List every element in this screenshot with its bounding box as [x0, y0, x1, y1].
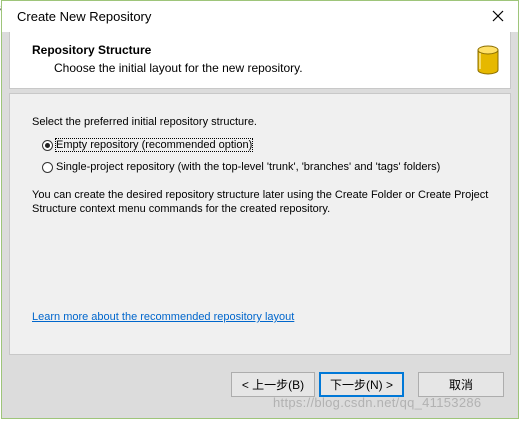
wizard-header: Repository Structure Choose the initial … — [9, 32, 511, 89]
back-button[interactable]: < 上一步(B) — [231, 372, 315, 397]
page-subtitle: Choose the initial layout for the new re… — [54, 61, 303, 75]
next-button[interactable]: 下一步(N) > — [319, 372, 404, 397]
radio-button-selected[interactable] — [42, 139, 53, 151]
close-button[interactable] — [487, 5, 509, 27]
create-repository-dialog: Create New Repository Repository Structu… — [1, 0, 519, 419]
title-bar: Create New Repository — [2, 1, 518, 32]
wizard-content: Select the preferred initial repository … — [9, 93, 511, 355]
window-title: Create New Repository — [17, 9, 152, 24]
watermark-text: https://blog.csdn.net/qq_41153286 — [273, 395, 482, 410]
empty-repository-option[interactable]: Empty repository (recommended option) — [42, 138, 254, 152]
single-project-label: Single-project repository (with the top-… — [56, 161, 441, 173]
empty-repository-label: Empty repository (recommended option) — [54, 138, 254, 152]
learn-more-link[interactable]: Learn more about the recommended reposit… — [32, 311, 294, 323]
page-title: Repository Structure — [32, 43, 152, 57]
structure-prompt: Select the preferred initial repository … — [32, 116, 257, 128]
radio-button-unselected[interactable] — [42, 161, 53, 173]
cancel-button[interactable]: 取消 — [418, 372, 504, 397]
single-project-option[interactable]: Single-project repository (with the top-… — [42, 161, 440, 173]
close-icon — [492, 10, 504, 22]
structure-description: You can create the desired repository st… — [32, 189, 489, 215]
database-cylinder-icon — [477, 45, 499, 75]
